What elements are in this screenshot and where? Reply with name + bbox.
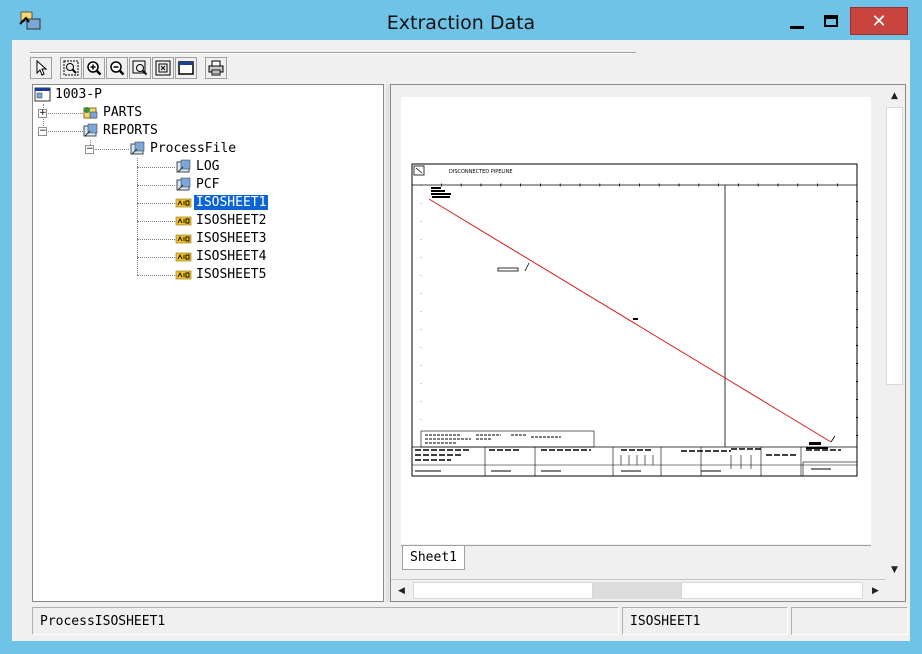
- drawing-title: DISCONNECTED PIPELINE: [449, 169, 513, 175]
- log-file-icon: [176, 159, 191, 173]
- status-extra: [791, 607, 908, 635]
- tree-connector: [137, 275, 175, 276]
- status-path: ProcessISOSHEET1: [32, 607, 619, 635]
- vertical-scrollbar[interactable]: ▲ ▼: [884, 85, 905, 580]
- select-pointer-button[interactable]: [30, 57, 52, 79]
- zoom-out-button[interactable]: [106, 57, 128, 79]
- iso-sheet-icon: [175, 216, 192, 226]
- tree-item-label: 1003-P: [55, 87, 102, 102]
- tree-connector: [95, 149, 129, 150]
- zoom-window-icon: [178, 61, 194, 75]
- zoom-in-icon: [87, 61, 102, 76]
- horizontal-scroll-track-right[interactable]: [681, 582, 863, 599]
- scroll-left-icon[interactable]: ◀: [391, 580, 412, 601]
- iso-drawing: DISCONNECTED PIPELINE: [411, 163, 858, 477]
- tree-item-root[interactable]: 1003-P: [34, 86, 104, 103]
- tree-item-processfile[interactable]: ProcessFile: [129, 140, 238, 157]
- tree-connector: [137, 167, 175, 168]
- title-bar[interactable]: Extraction Data ✕: [0, 0, 922, 40]
- parts-folder-icon: [83, 107, 98, 119]
- zoom-previous-icon: [132, 60, 148, 76]
- tree-item-label: PCF: [196, 177, 220, 192]
- toolbar: [30, 57, 227, 81]
- drawing-canvas[interactable]: DISCONNECTED PIPELINE: [401, 97, 871, 544]
- tree-item-isosheet1[interactable]: ISOSHEET1: [175, 194, 269, 211]
- tree-item-label: ISOSHEET2: [196, 213, 267, 228]
- scroll-up-icon[interactable]: ▲: [884, 85, 905, 106]
- horizontal-scroll-track-left[interactable]: [413, 582, 593, 599]
- maximize-button[interactable]: [815, 7, 847, 35]
- horizontal-scroll-thumb[interactable]: [593, 582, 681, 599]
- tree-item-reports[interactable]: REPORTS: [82, 122, 160, 139]
- tree-item-parts[interactable]: PARTS: [82, 104, 144, 121]
- expand-parts-toggle[interactable]: +: [38, 109, 47, 118]
- vertical-scroll-thumb[interactable]: [886, 107, 903, 385]
- reports-folder-icon: [83, 123, 98, 137]
- zoom-fit-button[interactable]: [152, 57, 174, 79]
- tree-item-label: LOG: [196, 159, 220, 174]
- tree-item-log[interactable]: LOG: [175, 158, 221, 175]
- client-area: + − − 1003-P PARTS REPORTS ProcessFile L…: [12, 40, 910, 641]
- extraction-data-window: Extraction Data ✕ + − − 1003-P PARTS REP…: [0, 0, 922, 654]
- tree-item-label: PARTS: [103, 105, 143, 120]
- zoom-window-button[interactable]: [175, 57, 197, 79]
- drawing-viewer[interactable]: DISCONNECTED PIPELINE Sheet1 ▲ ▼ ◀ ▶: [390, 84, 906, 602]
- tree-item-label: REPORTS: [103, 123, 158, 138]
- print-button[interactable]: [205, 57, 227, 79]
- tree-item-isosheet2[interactable]: ISOSHEET2: [175, 212, 268, 229]
- project-icon: [34, 87, 51, 102]
- collapse-reports-toggle[interactable]: −: [38, 127, 47, 136]
- process-folder-icon: [130, 141, 145, 155]
- tree-item-label: ISOSHEET3: [196, 231, 267, 246]
- tab-sheet1[interactable]: Sheet1: [402, 546, 465, 570]
- minimize-icon: [790, 25, 804, 29]
- iso-sheet-icon: [175, 198, 192, 208]
- print-icon: [208, 60, 224, 76]
- pcf-file-icon: [176, 177, 191, 191]
- tree-item-isosheet5[interactable]: ISOSHEET5: [175, 266, 268, 283]
- toolbar-divider: [30, 52, 636, 54]
- tree-item-label: ISOSHEET1: [194, 195, 269, 210]
- tree-item-label: ProcessFile: [150, 141, 237, 156]
- zoom-area-button[interactable]: [60, 57, 82, 79]
- collapse-processfile-toggle[interactable]: −: [85, 145, 94, 154]
- tree-connector: [137, 203, 175, 204]
- tree-item-pcf[interactable]: PCF: [175, 176, 221, 193]
- horizontal-scrollbar[interactable]: ◀ ▶: [391, 579, 886, 601]
- tree-item-label: ISOSHEET5: [196, 267, 267, 282]
- tree-connector: [137, 239, 175, 240]
- sheet-tabstrip: [401, 545, 871, 548]
- maximize-icon: [824, 15, 838, 27]
- close-icon: ✕: [871, 10, 887, 32]
- tree-item-label: ISOSHEET4: [196, 249, 267, 264]
- zoom-out-icon: [110, 61, 125, 76]
- scroll-right-icon[interactable]: ▶: [865, 580, 886, 601]
- iso-sheet-icon: [175, 252, 192, 262]
- zoom-area-icon: [63, 60, 79, 76]
- status-sheet: ISOSHEET1: [622, 607, 788, 635]
- tree-connector: [137, 257, 175, 258]
- iso-sheet-icon: [175, 234, 192, 244]
- zoom-previous-button[interactable]: [129, 57, 151, 79]
- close-button[interactable]: ✕: [850, 7, 908, 35]
- minimize-button[interactable]: [780, 7, 814, 35]
- scroll-down-icon[interactable]: ▼: [884, 559, 905, 580]
- zoom-in-button[interactable]: [83, 57, 105, 79]
- tree-connector: [137, 185, 175, 186]
- tree-item-isosheet4[interactable]: ISOSHEET4: [175, 248, 268, 265]
- iso-sheet-icon: [175, 270, 192, 280]
- select-pointer-icon: [36, 60, 48, 76]
- status-bar: ProcessISOSHEET1 ISOSHEET1: [32, 607, 908, 635]
- tree-connector: [48, 131, 85, 132]
- tree-connector: [48, 113, 85, 114]
- tree-pane[interactable]: + − − 1003-P PARTS REPORTS ProcessFile L…: [32, 84, 384, 602]
- tree-item-isosheet3[interactable]: ISOSHEET3: [175, 230, 268, 247]
- zoom-fit-icon: [155, 60, 171, 76]
- tree-connector: [137, 221, 175, 222]
